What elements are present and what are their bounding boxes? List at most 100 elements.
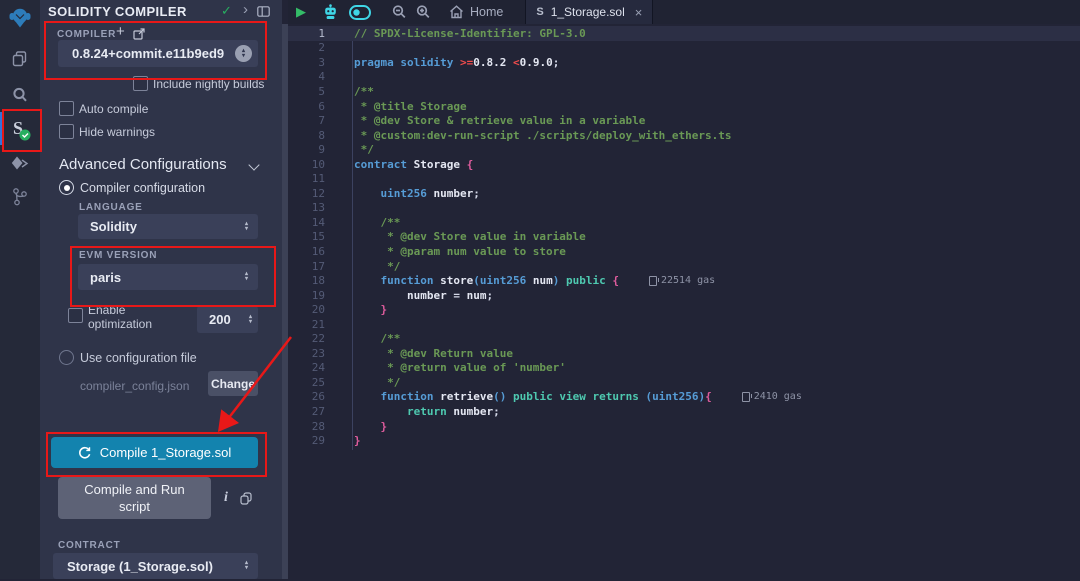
ai-copilot-toggle-icon[interactable] xyxy=(349,5,371,20)
code-line-14[interactable]: 14 /** xyxy=(288,215,1080,230)
code-line-27[interactable]: 27 return number; xyxy=(288,404,1080,419)
code-line-3[interactable]: 3pragma solidity >=0.8.2 <0.9.0; xyxy=(288,55,1080,70)
pin-panel-icon[interactable] xyxy=(257,5,270,20)
code-line-2[interactable]: 2 xyxy=(288,41,1080,56)
copy-icon[interactable] xyxy=(240,492,252,510)
code-line-19[interactable]: 19 number = num; xyxy=(288,288,1080,303)
compiler-configuration-radio[interactable] xyxy=(59,180,74,195)
line-number: 3 xyxy=(288,56,325,69)
run-script-icon[interactable]: ▶ xyxy=(296,4,306,20)
code-text: number = num; xyxy=(349,289,493,302)
code-text: // SPDX-License-Identifier: GPL-3.0 xyxy=(349,27,586,40)
code-line-16[interactable]: 16 * @param num value to store xyxy=(288,244,1080,259)
home-tab[interactable]: Home xyxy=(470,5,503,19)
add-compiler-icon[interactable]: + xyxy=(116,23,125,40)
line-number: 9 xyxy=(288,143,325,156)
enable-optimization-checkbox[interactable] xyxy=(68,308,83,323)
line-number: 27 xyxy=(288,405,325,418)
line-number: 6 xyxy=(288,100,325,113)
line-number: 16 xyxy=(288,245,325,258)
code-line-18[interactable]: 18 function store(uint256 num) public {2… xyxy=(288,273,1080,288)
language-value: Solidity xyxy=(78,219,245,234)
file-tab-storage[interactable]: S 1_Storage.sol × xyxy=(525,0,653,24)
solidity-file-icon: S xyxy=(536,6,543,18)
line-number: 17 xyxy=(288,260,325,273)
code-line-21[interactable]: 21 xyxy=(288,317,1080,332)
solidity-compiler-icon[interactable]: S xyxy=(0,112,40,145)
compile-button-label: Compile 1_Storage.sol xyxy=(100,445,232,460)
line-number: 12 xyxy=(288,187,325,200)
code-line-25[interactable]: 25 */ xyxy=(288,375,1080,390)
include-nightly-label: Include nightly builds xyxy=(153,77,264,91)
search-icon[interactable] xyxy=(0,84,40,106)
line-number: 25 xyxy=(288,376,325,389)
editor-area: ▶ xyxy=(288,0,1080,579)
version-stepper-icon: ▴▾ xyxy=(235,45,252,62)
expand-panel-icon[interactable]: › xyxy=(243,1,248,18)
code-text: * @custom:dev-run-script ./scripts/deplo… xyxy=(349,129,732,142)
code-line-4[interactable]: 4 xyxy=(288,70,1080,85)
deploy-run-icon[interactable] xyxy=(0,153,40,175)
change-config-button[interactable]: Change xyxy=(208,371,258,396)
code-text: } xyxy=(349,434,361,447)
code-line-1[interactable]: 1// SPDX-License-Identifier: GPL-3.0 xyxy=(288,26,1080,41)
fuel-pump-icon xyxy=(742,392,750,402)
language-label: LANGUAGE xyxy=(79,202,143,213)
contract-select[interactable]: Storage (1_Storage.sol) ▴▾ xyxy=(53,553,258,579)
code-line-13[interactable]: 13 xyxy=(288,201,1080,216)
ai-assistant-icon[interactable] xyxy=(322,4,339,20)
code-text: function store(uint256 num) public { xyxy=(349,274,619,287)
code-line-22[interactable]: 22 /** xyxy=(288,331,1080,346)
code-line-17[interactable]: 17 */ xyxy=(288,259,1080,274)
code-text: uint256 number; xyxy=(349,187,480,200)
evm-version-select[interactable]: paris ▴▾ xyxy=(78,264,258,290)
code-text: } xyxy=(349,303,387,316)
code-editor[interactable]: 1// SPDX-License-Identifier: GPL-3.023pr… xyxy=(288,24,1080,581)
line-number: 18 xyxy=(288,274,325,287)
code-line-12[interactable]: 12 uint256 number; xyxy=(288,186,1080,201)
chevron-down-icon[interactable] xyxy=(248,159,259,170)
use-config-file-label: Use configuration file xyxy=(80,351,197,365)
close-tab-icon[interactable]: × xyxy=(635,5,643,20)
code-line-29[interactable]: 29} xyxy=(288,433,1080,448)
compile-button[interactable]: Compile 1_Storage.sol xyxy=(51,437,258,468)
code-line-6[interactable]: 6 * @title Storage xyxy=(288,99,1080,114)
zoom-out-icon[interactable] xyxy=(391,4,407,20)
code-line-10[interactable]: 10contract Storage { xyxy=(288,157,1080,172)
home-icon[interactable] xyxy=(449,5,464,19)
file-explorer-icon[interactable] xyxy=(0,48,40,70)
evm-version-value: paris xyxy=(78,270,245,285)
include-nightly-checkbox[interactable] xyxy=(133,76,148,91)
auto-compile-checkbox[interactable] xyxy=(59,101,74,116)
language-select[interactable]: Solidity ▴▾ xyxy=(78,214,258,239)
code-line-7[interactable]: 7 * @dev Store & retrieve value in a var… xyxy=(288,113,1080,128)
remix-logo[interactable] xyxy=(0,4,40,32)
compiler-version-select[interactable]: 0.8.24+commit.e11b9ed9 ▴▾ xyxy=(58,40,258,67)
solidity-compiler-panel: SOLIDITY COMPILER ✓ › COMPILER + 0.8.24+… xyxy=(40,0,282,579)
code-line-5[interactable]: 5/** xyxy=(288,84,1080,99)
code-line-11[interactable]: 11 xyxy=(288,171,1080,186)
code-line-28[interactable]: 28 } xyxy=(288,419,1080,434)
zoom-in-icon[interactable] xyxy=(415,4,431,20)
code-line-20[interactable]: 20 } xyxy=(288,302,1080,317)
code-line-26[interactable]: 26 function retrieve() public view retur… xyxy=(288,390,1080,405)
git-branch-icon[interactable] xyxy=(0,186,40,208)
hide-warnings-checkbox[interactable] xyxy=(59,124,74,139)
code-line-23[interactable]: 23 * @dev Return value xyxy=(288,346,1080,361)
line-number: 29 xyxy=(288,434,325,447)
line-number: 10 xyxy=(288,158,325,171)
code-line-15[interactable]: 15 * @dev Store value in variable xyxy=(288,230,1080,245)
line-number: 14 xyxy=(288,216,325,229)
refresh-icon xyxy=(78,446,92,460)
code-text: function retrieve() public view returns … xyxy=(349,390,712,403)
line-number: 13 xyxy=(288,201,325,214)
code-line-8[interactable]: 8 * @custom:dev-run-script ./scripts/dep… xyxy=(288,128,1080,143)
advanced-configurations-title[interactable]: Advanced Configurations xyxy=(59,156,227,173)
info-icon[interactable]: i xyxy=(224,490,228,506)
line-number: 28 xyxy=(288,420,325,433)
use-config-file-radio[interactable] xyxy=(59,350,74,365)
compile-and-run-button[interactable]: Compile and Run script xyxy=(58,477,211,519)
code-line-24[interactable]: 24 * @return value of 'number' xyxy=(288,361,1080,376)
optimization-runs-input[interactable]: 200 ▴▾ xyxy=(197,306,258,333)
code-line-9[interactable]: 9 */ xyxy=(288,142,1080,157)
